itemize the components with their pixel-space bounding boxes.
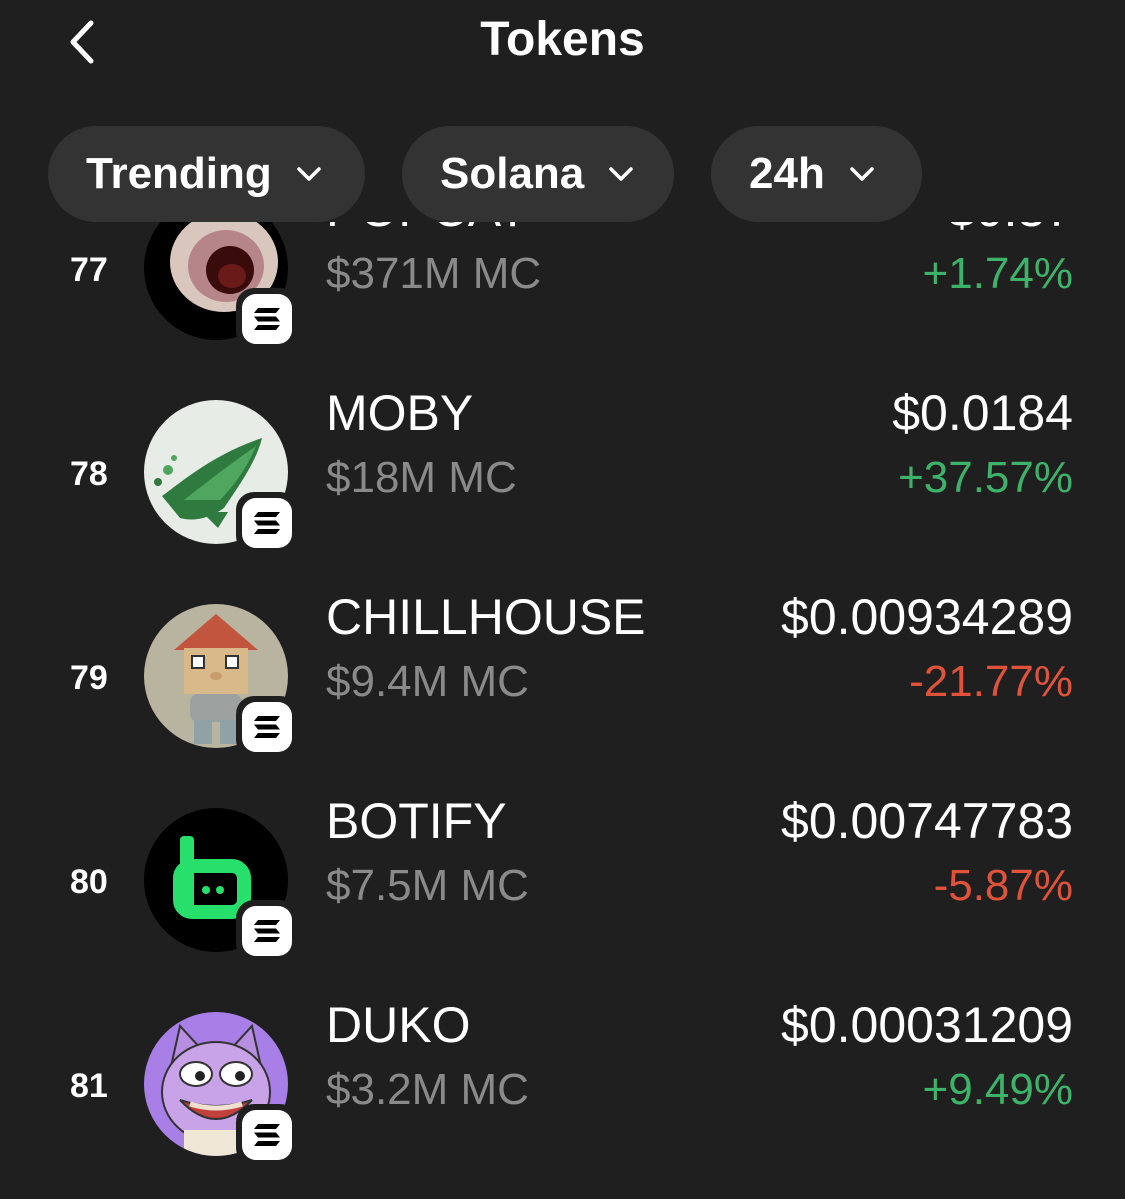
- solana-icon: [236, 696, 298, 758]
- token-price: $0.00031209: [781, 997, 1073, 1053]
- token-change: +9.49%: [922, 1065, 1073, 1114]
- header-bar: Tokens: [0, 0, 1125, 100]
- token-rank: 80: [70, 863, 108, 901]
- token-name: DUKO: [326, 997, 471, 1053]
- token-name: CHILLHOUSE: [326, 589, 646, 645]
- token-row[interactable]: 79 CHILLHOUSE $9.4M MC $0.00934289 -21.7…: [0, 572, 1125, 776]
- token-avatar: [144, 604, 298, 758]
- sort-filter-label: Trending: [86, 149, 272, 198]
- token-list: 77 POP: [0, 222, 1125, 1199]
- token-rank: 79: [70, 659, 108, 697]
- token-avatar: [144, 222, 298, 350]
- token-market-cap: $3.2M MC: [326, 1065, 529, 1114]
- token-market-cap: $7.5M MC: [326, 861, 529, 910]
- token-market-cap: $371M MC: [326, 249, 542, 298]
- token-change: +37.57%: [898, 453, 1073, 502]
- token-rank: 78: [70, 455, 108, 493]
- token-row[interactable]: 81 DUKO $3.2M MC $0.00031209 +9.49%: [0, 980, 1125, 1184]
- token-avatar: [144, 400, 298, 554]
- token-name: BOTIFY: [326, 793, 507, 849]
- token-avatar: [144, 1012, 298, 1166]
- solana-icon: [236, 900, 298, 962]
- solana-icon: [236, 1104, 298, 1166]
- token-market-cap: $18M MC: [326, 453, 517, 502]
- token-price: $0.00747783: [781, 793, 1073, 849]
- token-change: -5.87%: [933, 861, 1073, 910]
- token-price: $0.37: [948, 222, 1073, 244]
- token-change: +1.74%: [922, 249, 1073, 298]
- token-name: POPCAT: [326, 222, 528, 244]
- token-row[interactable]: 80 BOTIFY $7.5M MC $0.00747783 -5.87%: [0, 776, 1125, 980]
- sort-filter-dropdown[interactable]: Trending: [48, 126, 365, 222]
- token-price: $0.00934289: [781, 589, 1073, 645]
- token-rank: 81: [70, 1067, 108, 1105]
- chevron-down-icon: [296, 166, 322, 182]
- chevron-down-icon: [849, 166, 875, 182]
- token-price: $0.0184: [892, 385, 1073, 441]
- token-name: MOBY: [326, 385, 474, 441]
- token-row[interactable]: 78 MOBY $18M MC $0.0184 +37.57%: [0, 368, 1125, 572]
- period-filter-label: 24h: [749, 149, 825, 198]
- chain-filter-label: Solana: [440, 149, 585, 198]
- chevron-down-icon: [608, 166, 634, 182]
- token-change: -21.77%: [909, 657, 1073, 706]
- filter-bar: Trending Solana 24h: [48, 126, 922, 222]
- page-title: Tokens: [480, 13, 645, 66]
- solana-icon: [236, 288, 298, 350]
- solana-icon: [236, 492, 298, 554]
- chain-filter-dropdown[interactable]: Solana: [402, 126, 674, 222]
- token-row[interactable]: 77 POP: [0, 222, 1125, 368]
- period-filter-dropdown[interactable]: 24h: [711, 126, 922, 222]
- token-avatar: [144, 808, 298, 962]
- token-market-cap: $9.4M MC: [326, 657, 529, 706]
- token-rank: 77: [70, 251, 108, 289]
